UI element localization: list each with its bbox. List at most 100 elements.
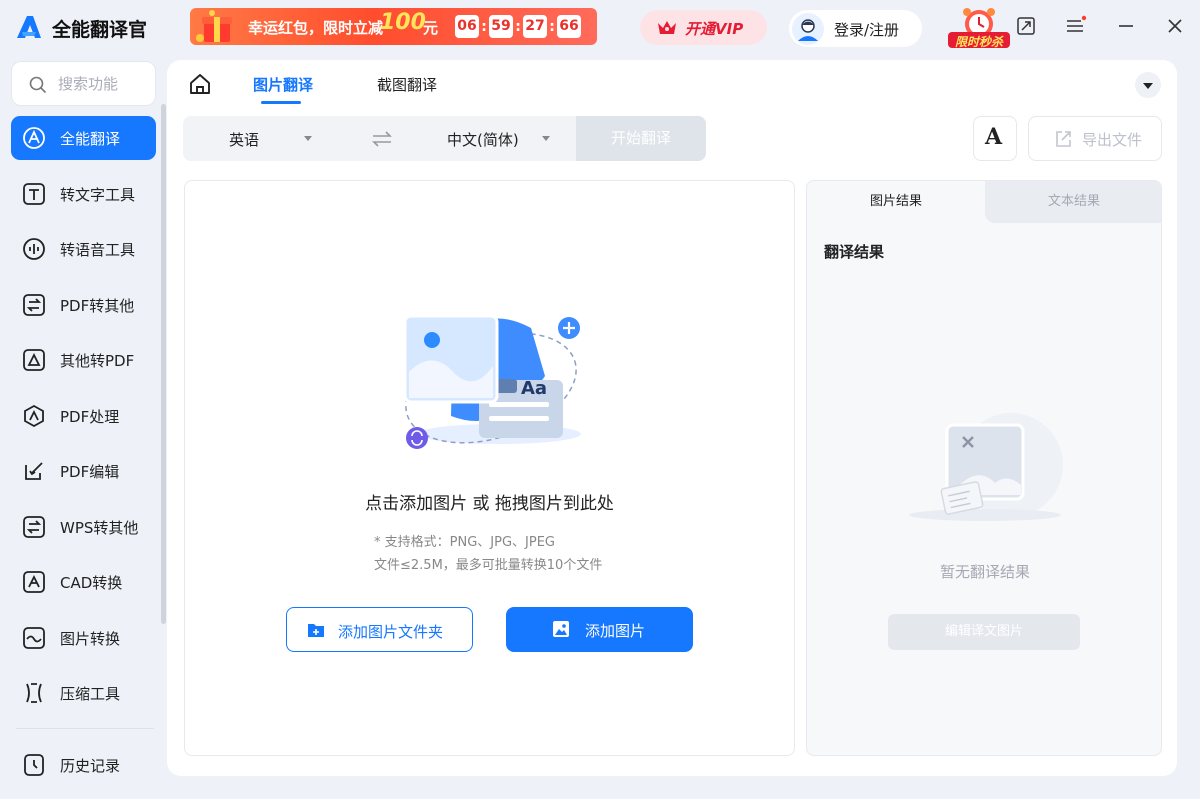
add-image-label: 添加图片 xyxy=(585,622,646,640)
tab-text-result[interactable]: 文本结果 xyxy=(985,181,1161,223)
image-icon xyxy=(553,621,569,637)
avatar-icon xyxy=(792,13,824,45)
tab-image-result[interactable]: 图片结果 xyxy=(807,181,985,223)
sidebar-item-label: 全能翻译 xyxy=(60,130,121,148)
sidebar-item-text-tool[interactable]: 转文字工具 xyxy=(11,172,156,216)
promo-text: 幸运红包，限时立减 xyxy=(248,19,384,37)
crown-icon xyxy=(658,21,676,34)
login-button[interactable]: 登录/注册 xyxy=(789,10,922,47)
chevron-down-icon[interactable] xyxy=(541,135,551,142)
sidebar-item-label: PDF编辑 xyxy=(60,463,120,481)
menu-icon[interactable] xyxy=(1063,14,1087,38)
upload-title: 点击添加图片 或 拖拽图片到此处 xyxy=(365,494,614,514)
sidebar-item-to-pdf[interactable]: 其他转PDF xyxy=(11,338,156,382)
flash-sale-label: 限时秒杀 xyxy=(954,35,1003,49)
chevron-down-icon[interactable] xyxy=(303,135,313,142)
cad-icon xyxy=(23,571,45,593)
to-pdf-icon xyxy=(23,349,45,371)
sidebar-item-compress[interactable]: 压缩工具 xyxy=(11,671,156,715)
main-panel: 图片翻译 截图翻译 英语 中文(简体) 开始翻译 A 导出文件 Aa 点击添加图… xyxy=(167,60,1177,776)
search-box[interactable] xyxy=(11,61,156,106)
close-icon[interactable] xyxy=(1163,14,1187,38)
app-title: 全能翻译官 xyxy=(52,19,148,41)
promo-amount: 100 xyxy=(380,10,426,35)
voice-tool-icon xyxy=(23,238,45,260)
timer-centiseconds: 66 xyxy=(557,15,581,38)
caret-down-icon xyxy=(1143,83,1153,89)
vip-button[interactable]: 开通VIP xyxy=(640,10,767,45)
sidebar-item-label: 转文字工具 xyxy=(60,185,136,204)
sidebar-item-pdf-convert[interactable]: PDF转其他 xyxy=(11,283,156,327)
timer-minutes: 59 xyxy=(489,15,513,38)
sidebar: 全能翻译 转文字工具 转语音工具 PDF转其他 xyxy=(0,56,166,799)
export-button[interactable]: 导出文件 xyxy=(1028,116,1162,161)
sidebar-item-label: PDF转其他 xyxy=(60,296,135,315)
illus-aa-text: Aa xyxy=(521,378,547,399)
folder-plus-icon xyxy=(308,624,324,637)
add-image-button[interactable]: 添加图片 xyxy=(506,607,693,652)
empty-result-text: 暂无翻译结果 xyxy=(939,563,1030,581)
minimize-icon[interactable] xyxy=(1114,14,1138,38)
language-bar: 英语 中文(简体) 开始翻译 xyxy=(183,116,706,161)
app-logo-icon xyxy=(17,16,41,38)
title-bar: 全能翻译官 幸运红包，限时立减 100 元 06 : 59 : 27 : 66 … xyxy=(0,0,1200,56)
sidebar-scrollbar[interactable] xyxy=(161,104,166,624)
mini-window-icon[interactable] xyxy=(1014,14,1038,38)
sidebar-item-pdf-process[interactable]: PDF处理 xyxy=(11,394,156,438)
wps-convert-icon xyxy=(23,515,45,538)
promo-banner[interactable]: 幸运红包，限时立减 100 元 06 : 59 : 27 : 66 xyxy=(190,8,597,45)
sidebar-item-pdf-edit[interactable]: PDF编辑 xyxy=(11,449,156,493)
add-folder-button[interactable]: 添加图片文件夹 xyxy=(286,607,473,652)
font-button[interactable]: A xyxy=(973,116,1017,161)
login-label: 登录/注册 xyxy=(834,21,900,39)
history-icon xyxy=(24,754,44,776)
home-icon[interactable] xyxy=(188,72,212,96)
sidebar-item-label: PDF处理 xyxy=(60,407,120,426)
search-input[interactable] xyxy=(58,73,148,95)
source-language-select[interactable]: 英语 xyxy=(229,129,259,150)
flash-sale-badge[interactable]: 限时秒杀 xyxy=(946,6,1012,50)
sidebar-item-voice-tool[interactable]: 转语音工具 xyxy=(11,227,156,271)
upload-dropzone[interactable]: Aa 点击添加图片 或 拖拽图片到此处 * 支持格式：PNG、JPG、JPEG … xyxy=(184,180,795,756)
result-panel: 图片结果 文本结果 翻译结果 暂无翻译结果 编辑译文图片 xyxy=(806,180,1162,756)
sidebar-item-label: 转语音工具 xyxy=(60,241,136,259)
sidebar-item-history[interactable]: 历史记录 xyxy=(11,743,156,787)
sidebar-item-cad[interactable]: CAD转换 xyxy=(11,560,156,604)
empty-result-illustration xyxy=(909,413,1063,521)
text-tool-icon xyxy=(23,182,45,205)
upload-formats: * 支持格式：PNG、JPG、JPEG xyxy=(374,535,555,550)
vip-label: 开通VIP xyxy=(685,20,744,38)
countdown-timer: 06 : 59 : 27 : 66 xyxy=(455,15,581,38)
edit-translation-image-button[interactable]: 编辑译文图片 xyxy=(888,614,1080,650)
sidebar-item-label: 压缩工具 xyxy=(60,685,121,703)
image-convert-icon xyxy=(23,626,45,649)
add-folder-label: 添加图片文件夹 xyxy=(338,623,444,641)
nav-list: 全能翻译 转文字工具 转语音工具 PDF转其他 其他转PDF PDF处理 PDF… xyxy=(11,116,156,727)
start-translate-button[interactable]: 开始翻译 xyxy=(576,116,706,161)
search-icon xyxy=(29,76,47,94)
sidebar-item-all-translate[interactable]: 全能翻译 xyxy=(11,116,156,160)
tab-image-translate[interactable]: 图片翻译 xyxy=(253,74,313,95)
sidebar-divider xyxy=(16,728,154,729)
export-icon xyxy=(1056,131,1071,147)
sidebar-item-wps-convert[interactable]: WPS转其他 xyxy=(11,505,156,549)
collapse-button[interactable] xyxy=(1135,72,1161,98)
sidebar-item-image-convert[interactable]: 图片转换 xyxy=(11,616,156,660)
sidebar-item-label: WPS转其他 xyxy=(60,518,139,537)
promo-unit: 元 xyxy=(423,19,439,37)
pdf-convert-icon xyxy=(23,293,45,316)
tab-screenshot-translate[interactable]: 截图翻译 xyxy=(377,74,437,95)
upload-limit: 文件≤2.5M，最多可批量转换10个文件 xyxy=(374,558,603,573)
timer-hours: 06 xyxy=(455,15,479,38)
target-language-select[interactable]: 中文(简体) xyxy=(447,129,519,150)
sidebar-item-label: 其他转PDF xyxy=(60,352,135,370)
export-label: 导出文件 xyxy=(1082,131,1143,149)
pdf-edit-icon xyxy=(25,462,43,480)
sidebar-item-label: 图片转换 xyxy=(60,629,121,648)
pdf-process-icon xyxy=(24,404,44,427)
swap-icon[interactable] xyxy=(371,131,393,147)
gift-icon xyxy=(196,10,232,42)
active-tab-underline xyxy=(261,101,301,104)
result-heading: 翻译结果 xyxy=(824,243,885,261)
compress-icon xyxy=(26,683,42,703)
